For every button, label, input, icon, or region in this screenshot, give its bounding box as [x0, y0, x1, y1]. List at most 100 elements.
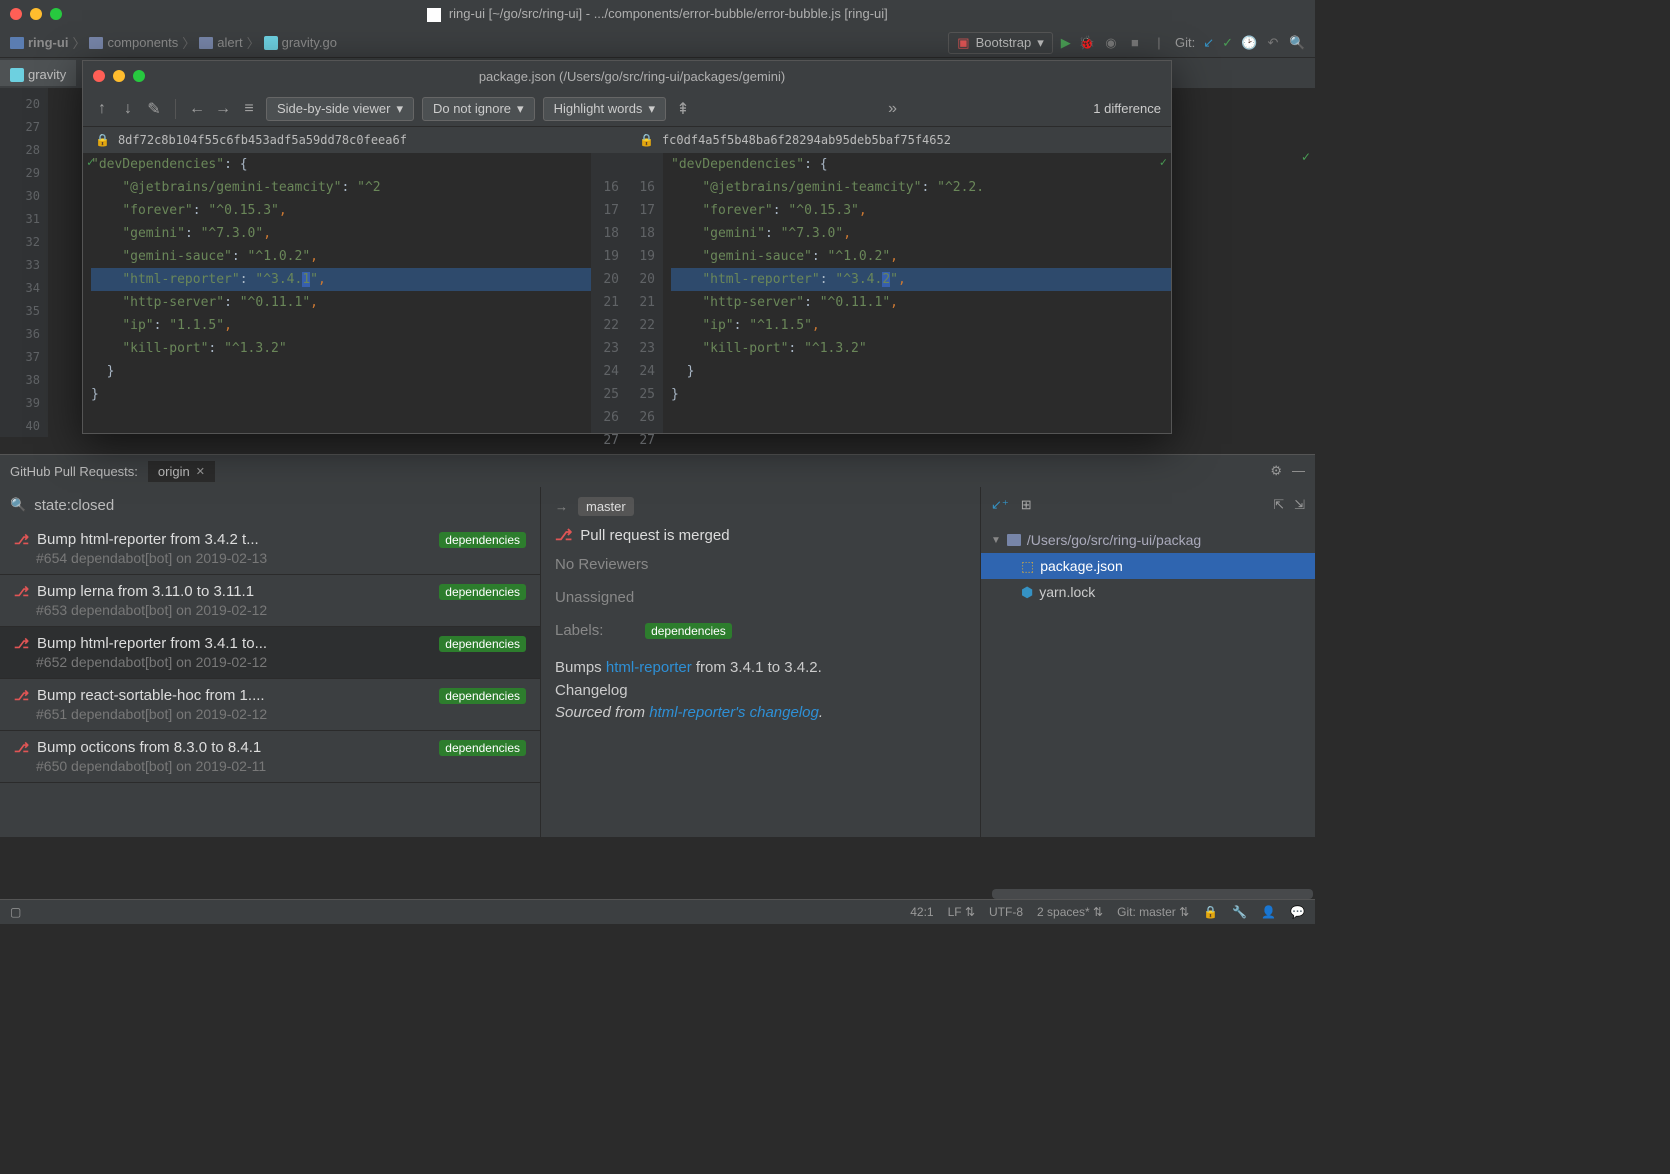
next-diff-button[interactable]: ↓ — [119, 100, 137, 118]
gutter-line: 38 — [0, 368, 48, 391]
diff-left-gutter: 161718192021222324252627 — [591, 153, 627, 433]
indent[interactable]: 2 spaces* ⇅ — [1037, 905, 1103, 919]
pr-tab-bar: GitHub Pull Requests: origin ✕ ⚙ — — [0, 455, 1315, 487]
git-update-button[interactable]: ↙ — [1203, 35, 1214, 51]
gear-icon[interactable]: ⚙ — [1270, 463, 1282, 479]
viewer-mode-select[interactable]: Side-by-side viewer▾ — [266, 97, 414, 121]
highlight-mode-select[interactable]: Highlight words▾ — [543, 97, 666, 121]
lock-icon: 🔒 — [95, 133, 110, 147]
pr-subtitle: #652 dependabot[bot] on 2019-02-12 — [14, 654, 526, 670]
expand-button[interactable]: » — [884, 100, 902, 118]
back-button[interactable]: ← — [188, 100, 206, 118]
inspector-icon[interactable]: 👤 — [1261, 905, 1276, 919]
undo-button[interactable]: ↶ — [1265, 35, 1281, 51]
pr-subtitle: #650 dependabot[bot] on 2019-02-11 — [14, 758, 526, 774]
editor-tab[interactable]: gravity — [0, 60, 76, 86]
gutter-line: 21 — [591, 291, 627, 314]
gutter-line: 16 — [591, 176, 627, 199]
gutter-line: 28 — [0, 138, 48, 161]
prev-diff-button[interactable]: ↑ — [93, 100, 111, 118]
line-ending[interactable]: LF ⇅ — [948, 905, 975, 919]
encoding[interactable]: UTF-8 — [989, 905, 1023, 919]
forward-button[interactable]: → — [214, 100, 232, 118]
run-config-select[interactable]: ▣ Bootstrap ▾ — [948, 32, 1052, 54]
ignore-mode-select[interactable]: Do not ignore▾ — [422, 97, 535, 121]
stop-button[interactable]: ■ — [1127, 35, 1143, 50]
gutter-line: 40 — [0, 414, 48, 437]
gutter-line: 22 — [591, 314, 627, 337]
tree-file-row[interactable]: ⬚ package.json — [981, 553, 1315, 579]
gutter-line: 35 — [0, 299, 48, 322]
gutter-line: 33 — [0, 253, 48, 276]
yarn-file-icon: ⬢ — [1021, 584, 1033, 601]
git-branch[interactable]: Git: master ⇅ — [1117, 905, 1189, 919]
group-icon[interactable]: ⊞ — [1021, 497, 1032, 513]
edit-button[interactable]: ✎ — [145, 99, 163, 119]
label-badge: dependencies — [439, 584, 526, 600]
diff-left-pane[interactable]: ✓ "devDependencies": { "@jetbrains/gemin… — [83, 153, 627, 433]
search-button[interactable]: 🔍 — [1289, 35, 1305, 51]
wrench-icon[interactable]: 🔧 — [1232, 905, 1247, 919]
breadcrumb-item[interactable]: components — [89, 35, 178, 50]
breadcrumb-item[interactable]: gravity.go — [264, 35, 337, 50]
separator: | — [1151, 35, 1167, 50]
separator — [175, 99, 176, 119]
pr-search-input[interactable] — [34, 497, 233, 514]
pr-title: Bump html-reporter from 3.4.2 t... — [37, 531, 431, 548]
diff-left-code: "devDependencies": { "@jetbrains/gemini-… — [83, 153, 591, 433]
code-line: "ip": "^1.1.5", — [671, 314, 1171, 337]
minimize-panel-icon[interactable]: — — [1292, 463, 1305, 479]
lock-icon[interactable]: 🔒 — [1203, 905, 1218, 919]
label-badge: dependencies — [439, 636, 526, 652]
tree-file-row[interactable]: ⬢ yarn.lock — [981, 579, 1315, 605]
json-file-icon: ⬚ — [1021, 558, 1034, 575]
pr-list-item[interactable]: ⎇ Bump lerna from 3.11.0 to 3.11.1 depende… — [0, 575, 540, 627]
pr-search-bar[interactable]: 🔍 — [0, 487, 540, 523]
gutter-line: 19 — [591, 245, 627, 268]
code-line: "html-reporter": "^3.4.2", — [671, 268, 1171, 291]
code-line: "ip": "1.1.5", — [91, 314, 591, 337]
breadcrumb-item[interactable]: ring-ui — [10, 35, 68, 50]
close-icon[interactable]: ✕ — [196, 465, 205, 478]
pr-link[interactable]: html-reporter — [606, 659, 692, 676]
coverage-button[interactable]: ◉ — [1103, 35, 1119, 51]
checkout-icon[interactable]: ↙⁺ — [991, 497, 1009, 513]
gutter-line: 17 — [627, 199, 663, 222]
diff-right-gutter: 161718192021222324252627 — [627, 153, 663, 433]
pr-origin-tab[interactable]: origin ✕ — [148, 461, 215, 482]
pr-tab-actions: ⚙ — — [1270, 463, 1305, 479]
diff-right-code: ✓ "devDependencies": { "@jetbrains/gemin… — [663, 153, 1171, 433]
horizontal-scrollbar[interactable] — [992, 889, 1313, 899]
code-line: } — [671, 383, 1171, 406]
breadcrumb-item[interactable]: alert — [199, 35, 242, 50]
git-commit-button[interactable]: ✓ — [1222, 35, 1233, 51]
tool-windows-icon[interactable]: ▢ — [10, 905, 21, 919]
code-line: "kill-port": "^1.3.2" — [91, 337, 591, 360]
diff-titlebar: package.json (/Users/go/src/ring-ui/pack… — [83, 61, 1171, 91]
file-icon — [427, 8, 441, 22]
arrow-right-icon: → — [555, 499, 568, 514]
run-button[interactable]: ▶ — [1061, 35, 1071, 51]
tree-folder-row[interactable]: ▼ /Users/go/src/ring-ui/packag — [981, 527, 1315, 553]
collapse-button[interactable]: ⇞ — [674, 99, 692, 119]
history-button[interactable]: 🕑 — [1241, 35, 1257, 51]
pr-list-item[interactable]: ⎇Bump html-reporter from 3.4.1 to...depe… — [0, 627, 540, 679]
collapse-all-icon[interactable]: ⇲ — [1294, 497, 1305, 513]
titlebar: ring-ui [~/go/src/ring-ui] - .../compone… — [0, 0, 1315, 28]
gutter-line: 19 — [627, 245, 663, 268]
pr-link[interactable]: html-reporter's changelog — [649, 704, 819, 721]
diff-count: 1 difference — [1093, 101, 1161, 116]
list-button[interactable]: ≡ — [240, 100, 258, 118]
pr-title: Bump lerna from 3.11.0 to 3.11.1 — [37, 583, 431, 600]
gutter-line: 26 — [591, 406, 627, 429]
pr-list-item[interactable]: ⎇Bump octicons from 8.3.0 to 8.4.1depend… — [0, 731, 540, 783]
diff-right-pane[interactable]: 161718192021222324252627 ✓ "devDependenc… — [627, 153, 1171, 433]
cursor-position[interactable]: 42:1 — [910, 905, 933, 919]
debug-button[interactable]: 🐞 — [1079, 35, 1095, 51]
expand-all-icon[interactable]: ⇱ — [1273, 497, 1284, 513]
pr-icon: ⎇ — [14, 584, 29, 600]
pr-list-item[interactable]: ⎇Bump react-sortable-hoc from 1....depen… — [0, 679, 540, 731]
chevron-down-icon: ▾ — [396, 101, 403, 117]
pr-list-item[interactable]: ⎇Bump html-reporter from 3.4.2 t...depen… — [0, 523, 540, 575]
notifications-icon[interactable]: 💬 — [1290, 905, 1305, 919]
